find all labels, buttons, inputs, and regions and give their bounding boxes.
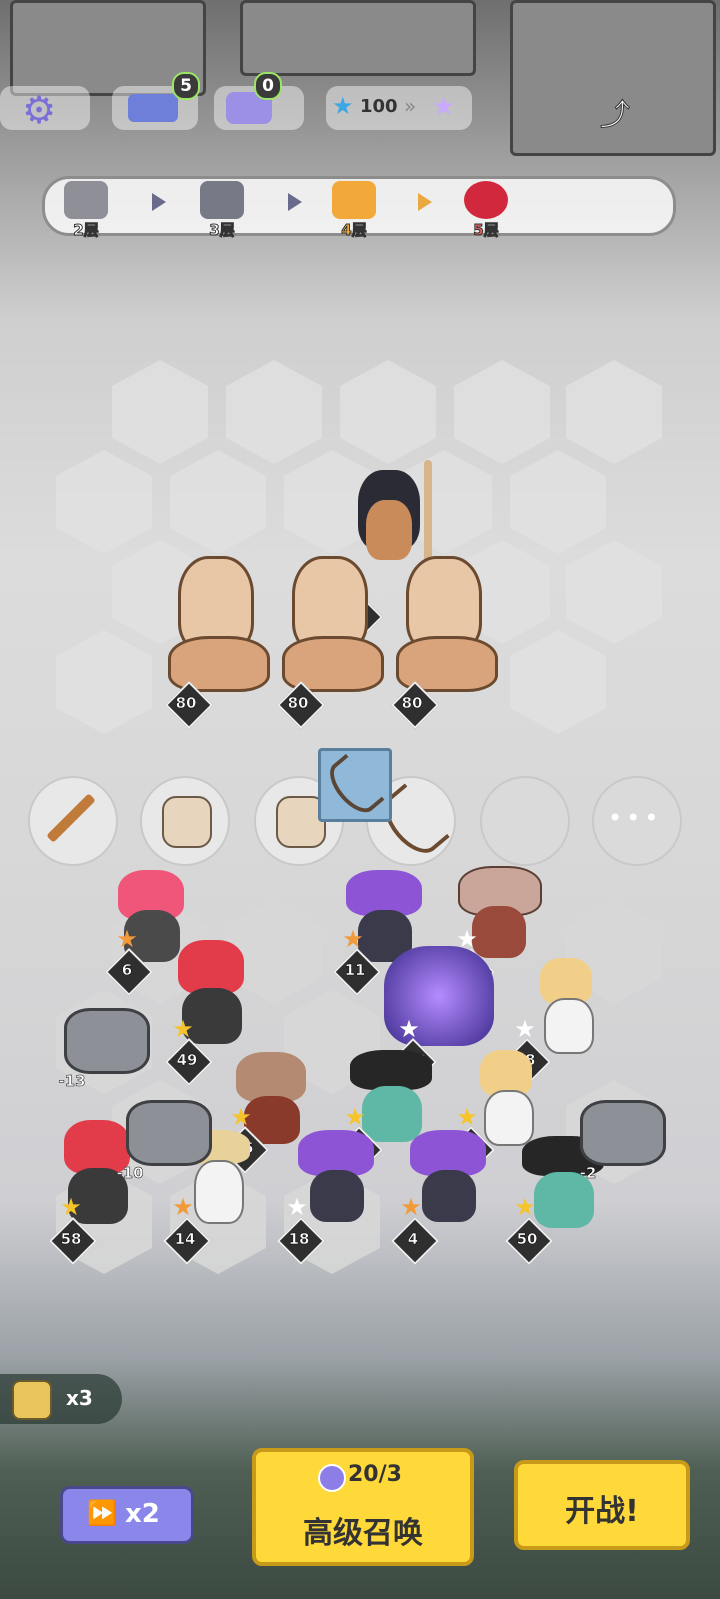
equipment-slot-armor[interactable] bbox=[140, 776, 230, 866]
progress-arrow bbox=[418, 193, 432, 211]
advanced-summon-button[interactable]: 20/3 高级召唤 bbox=[252, 1448, 474, 1566]
hero-blonde-priest[interactable] bbox=[530, 958, 610, 1058]
gear-icon: ⚙ bbox=[22, 88, 57, 132]
summon-orb-icon bbox=[318, 1464, 346, 1492]
speed-label: x2 bbox=[125, 1499, 160, 1529]
enemy-hex-cell bbox=[510, 630, 606, 734]
scroll-count: x3 bbox=[66, 1386, 93, 1410]
crossed-swords-icon bbox=[200, 181, 244, 219]
speed-toggle-button[interactable]: ⏩ x2 bbox=[60, 1486, 194, 1544]
rock-obstacle[interactable] bbox=[122, 1100, 212, 1170]
enemy-jackal-statue[interactable] bbox=[168, 556, 272, 696]
scroll-counter[interactable]: x3 bbox=[0, 1374, 122, 1424]
battle-scene: ⚙ 5 0 ★ 100 » ★ ⤴ 2层 3层 4层 5层 80 80 80 •… bbox=[0, 0, 720, 1599]
enemy-hex-cell bbox=[56, 450, 152, 554]
progress-arrow bbox=[288, 193, 302, 211]
star-icon: ★ bbox=[286, 1193, 308, 1221]
enemy-hex-cell bbox=[340, 360, 436, 464]
progress-arrow bbox=[152, 193, 166, 211]
forge-button[interactable]: 5 bbox=[112, 72, 200, 130]
sword-icon bbox=[46, 793, 96, 843]
enemy-hex-cell bbox=[112, 360, 208, 464]
enemy-hex-cell bbox=[454, 360, 550, 464]
star-icon: ★ bbox=[230, 1103, 252, 1131]
enemy-hex-cell bbox=[56, 630, 152, 734]
more-equipment-button[interactable]: ••• bbox=[592, 776, 682, 866]
star-icon: ★ bbox=[344, 1103, 366, 1131]
battle-label: 开战! bbox=[565, 1494, 639, 1529]
rock-value: -2 bbox=[579, 1164, 597, 1183]
rock-obstacle[interactable] bbox=[60, 1008, 150, 1078]
settings-button[interactable]: ⚙ bbox=[0, 86, 90, 132]
star-icon: ★ bbox=[398, 1015, 420, 1043]
stars-value: 100 bbox=[360, 96, 398, 117]
enemy-hex-cell bbox=[510, 450, 606, 554]
equipment-slot-sword[interactable] bbox=[28, 776, 118, 866]
selected-bow-tile[interactable] bbox=[318, 748, 392, 822]
enemy-hex-cell bbox=[170, 450, 266, 554]
star-icon: ★ bbox=[172, 1193, 194, 1221]
share-button[interactable]: ⤴ bbox=[600, 90, 640, 134]
bow-icon bbox=[321, 753, 385, 821]
star-icon: ★ bbox=[400, 1193, 422, 1221]
star-icon: ★ bbox=[172, 1015, 194, 1043]
enemy-jackal-statue[interactable] bbox=[396, 556, 500, 696]
enemy-hex-cell bbox=[566, 360, 662, 464]
more-label: ••• bbox=[608, 804, 663, 832]
star-icon: ★ bbox=[456, 1103, 478, 1131]
anvil-icon bbox=[128, 94, 178, 122]
rock-value: -10 bbox=[116, 1164, 144, 1183]
start-battle-button[interactable]: 开战! bbox=[514, 1460, 690, 1550]
chest-button[interactable]: 0 bbox=[214, 72, 304, 130]
armor-icon bbox=[162, 796, 212, 848]
enemy-jackal-statue[interactable] bbox=[282, 556, 386, 696]
enemy-level: 80 bbox=[401, 694, 423, 713]
equipment-slot-empty[interactable] bbox=[480, 776, 570, 866]
star-icon: ★ bbox=[514, 1193, 536, 1221]
chest-count-badge: 0 bbox=[254, 72, 282, 100]
star-icon: ★ bbox=[342, 925, 364, 953]
rock-obstacle[interactable] bbox=[576, 1100, 666, 1170]
blue-star-icon: ★ bbox=[332, 92, 354, 120]
sword-icon bbox=[64, 181, 108, 219]
enemy-level: 80 bbox=[287, 694, 309, 713]
star-progress-panel: ★ 100 » ★ bbox=[326, 86, 472, 130]
floor-5-boss: 5层 bbox=[458, 181, 514, 240]
floor-4-current: 4层 bbox=[326, 181, 382, 240]
enemy-hex-cell bbox=[566, 540, 662, 644]
floor-3: 3层 bbox=[194, 181, 250, 240]
forge-count-badge: 5 bbox=[172, 72, 200, 100]
floor-2: 2层 bbox=[58, 181, 114, 240]
summon-cost: 20/3 bbox=[348, 1462, 402, 1487]
scales-icon bbox=[332, 181, 376, 219]
star-icon: ★ bbox=[60, 1193, 82, 1221]
background-hut bbox=[240, 0, 476, 76]
rock-value: -13 bbox=[58, 1072, 86, 1091]
fast-forward-icon: ⏩ bbox=[87, 1499, 117, 1527]
share-icon: ⤴ bbox=[600, 98, 631, 134]
summon-label: 高级召唤 bbox=[303, 1516, 423, 1551]
gold-star-icon: ★ bbox=[432, 92, 456, 122]
double-chevron-icon: » bbox=[404, 94, 417, 118]
scroll-icon bbox=[12, 1380, 52, 1420]
enemy-hex-cell bbox=[226, 360, 322, 464]
enemy-level: 80 bbox=[175, 694, 197, 713]
demon-skull-icon bbox=[464, 181, 508, 219]
